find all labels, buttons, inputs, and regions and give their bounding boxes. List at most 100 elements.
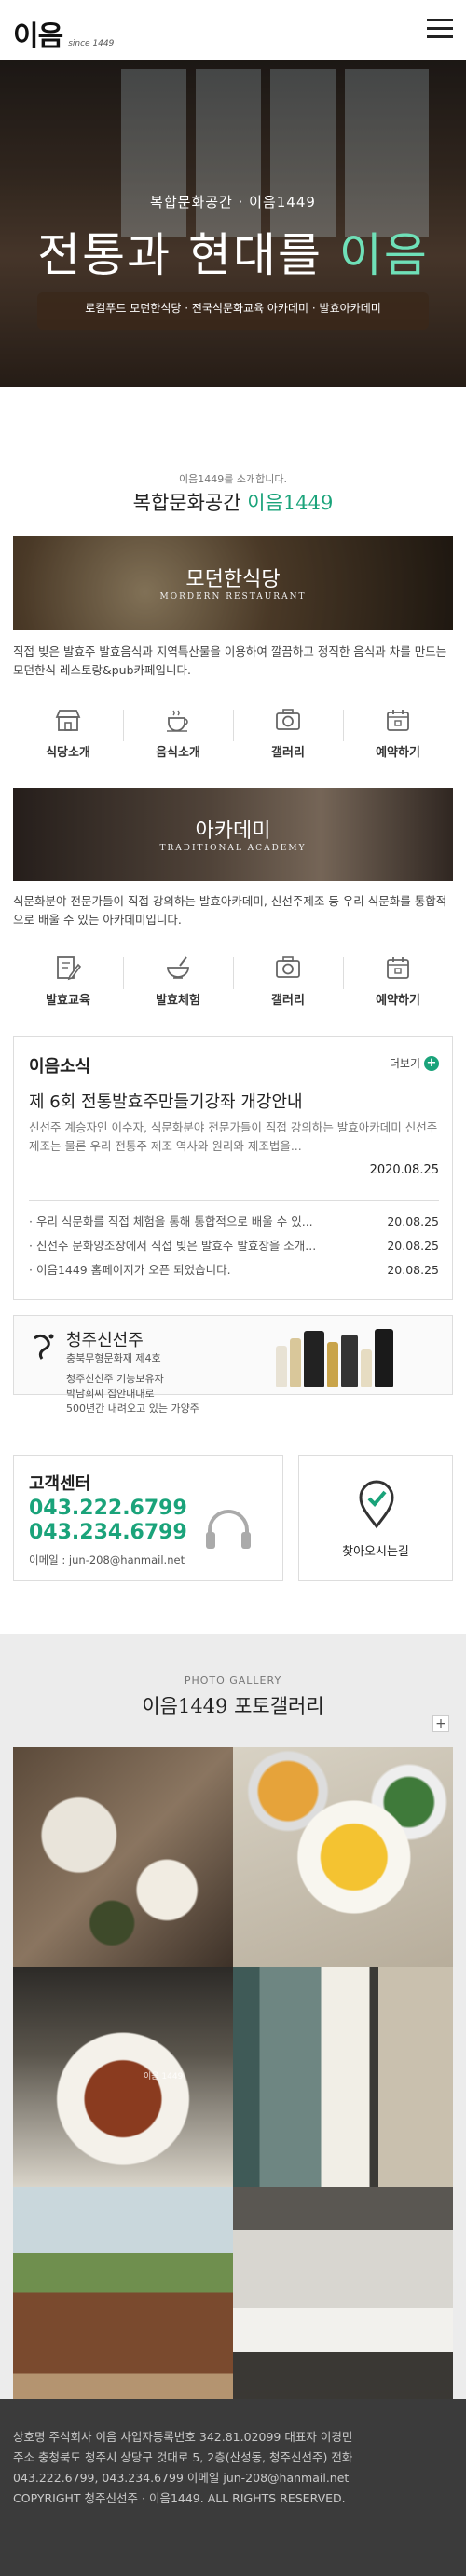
intro-caption: 이음1449를 소개합니다. xyxy=(179,473,287,485)
product-banner[interactable]: 청주신선주 충북무형문화재 제4호 청주신선주 기능보유자 박남희씨 집안대대로… xyxy=(13,1315,453,1415)
gallery-caption: PHOTO GALLERY xyxy=(184,1674,282,1687)
news-item-date: 20.08.25 xyxy=(387,1239,439,1253)
product-line: 청주신선주 기능보유자 xyxy=(66,1373,164,1385)
icon-label: 식당소개 xyxy=(46,746,90,760)
news-item-text: · 우리 식문화를 직접 체험을 통해 통합적으로 배울 수 있... xyxy=(29,1214,313,1228)
academy-gallery-link[interactable]: 갤러리 xyxy=(233,944,343,1023)
news-list: · 우리 식문화를 직접 체험을 통해 통합적으로 배울 수 있... 20.0… xyxy=(29,1210,439,1282)
intro-title: 복합문화공간 이음1449 xyxy=(0,488,466,516)
site-header: 이음 since 1449 xyxy=(0,0,466,60)
academy-banner[interactable]: 아카데미 TRADITIONAL ACADEMY xyxy=(13,788,453,881)
icon-label: 예약하기 xyxy=(376,994,420,1008)
news-item-date: 20.08.25 xyxy=(387,1263,439,1277)
gallery-photo[interactable]: 이음 1449 xyxy=(13,1967,233,2187)
gallery-photo[interactable] xyxy=(233,2187,453,2407)
icon-label: 예약하기 xyxy=(376,746,420,760)
hero-title-main: 전통과 현대를 xyxy=(37,228,339,282)
fermentation-experience-link[interactable]: 발효체험 xyxy=(123,944,233,1023)
intro-title-main: 복합문화공간 xyxy=(132,492,248,514)
news-item-date: 20.08.25 xyxy=(387,1214,439,1228)
list-item[interactable]: · 우리 식문화를 직접 체험을 통해 통합적으로 배울 수 있... 20.0… xyxy=(29,1210,439,1234)
hero-description: 로컬푸드 모던한식당 · 전국식문화교육 아카데미 · 발효아카데미 xyxy=(85,302,381,315)
site-footer: 상호명 주식회사 이음 사업자등록번호 342.81.02099 대표자 이경민… xyxy=(0,2399,466,2576)
product-description: 충북무형문화재 제4호 청주신선주 기능보유자 박남희씨 집안대대로 500년간… xyxy=(66,1351,199,1417)
restaurant-menu: 식당소개 음식소개 갤러리 예약하기 xyxy=(13,697,453,775)
academy-subtitle: TRADITIONAL ACADEMY xyxy=(159,844,307,853)
restaurant-description: 직접 빚은 발효주 발효음식과 지역특산물을 이용하여 깔끔하고 정직한 음식과… xyxy=(13,644,447,677)
fermentation-education-link[interactable]: 발효교육 xyxy=(13,944,123,1023)
news-featured-body: 신선주 계승자인 이수자, 식문화분야 전문가들이 직접 강의하는 발효아카데미… xyxy=(29,1120,438,1153)
camera-icon xyxy=(276,709,300,730)
logo-subtext: since 1449 xyxy=(68,39,115,48)
academy-menu: 발효교육 발효체험 갤러리 예약하기 xyxy=(13,944,453,1023)
restaurant-subtitle: MORDERN RESTAURANT xyxy=(159,592,307,602)
list-item[interactable]: · 이음1449 홈페이지가 오픈 되었습니다. 20.08.25 xyxy=(29,1258,439,1282)
restaurant-title: 모던한식당 xyxy=(185,568,281,591)
hero-banner: 복합문화공간 · 이음1449 전통과 현대를 이음 로컬푸드 모던한식당 · … xyxy=(0,60,466,387)
product-line: 박남희씨 집안대대로 xyxy=(66,1388,155,1400)
restaurant-reserve-link[interactable]: 예약하기 xyxy=(343,697,453,775)
email-text[interactable]: 이메일 : jun-208@hanmail.net xyxy=(29,1552,185,1567)
news-more-link[interactable]: 더보기 + xyxy=(390,1055,439,1071)
tea-cup-icon xyxy=(167,710,188,732)
restaurant-intro-link[interactable]: 식당소개 xyxy=(13,697,123,775)
footer-line: 043.222.6799, 043.234.6799 이메일 jun-208@h… xyxy=(13,2471,350,2485)
news-item-text: · 이음1449 홈페이지가 오픈 되었습니다. xyxy=(29,1263,231,1277)
phone-number[interactable]: 043.234.6799 xyxy=(29,1521,187,1544)
mortar-bowl-icon xyxy=(167,956,189,979)
hamburger-menu-icon[interactable] xyxy=(427,19,453,39)
news-featured-title[interactable]: 제 6회 전통발효주만들기강좌 개강안내 xyxy=(29,1089,303,1113)
news-heading: 이음소식 xyxy=(29,1057,91,1077)
news-more-label: 더보기 xyxy=(389,1057,420,1070)
calendar-icon xyxy=(387,957,409,979)
news-featured-date: 2020.08.25 xyxy=(369,1163,439,1177)
gallery-photo[interactable] xyxy=(13,1747,233,1967)
footer-line: 주소 충청북도 청주시 상당구 것대로 5, 2층(산성동, 청주신선주) 전화 xyxy=(13,2450,353,2464)
hero-title-accent: 이음 xyxy=(338,228,429,282)
gallery-more-button[interactable]: + xyxy=(432,1715,449,1732)
gallery-photo[interactable] xyxy=(13,2187,233,2407)
logo-text: 이음 xyxy=(13,20,63,53)
icon-label: 발효체험 xyxy=(156,994,200,1008)
photo-gallery: PHOTO GALLERY 이음1449 포토갤러리 + 이음 1449 xyxy=(0,1634,466,2407)
customer-center: 고객센터 043.222.6799 043.234.6799 이메일 : jun… xyxy=(13,1455,283,1581)
directions-label: 찾아오시는길 xyxy=(342,1545,409,1559)
gallery-photo[interactable] xyxy=(233,1747,453,1967)
site-logo[interactable]: 이음 since 1449 xyxy=(13,13,114,54)
footer-line: 상호명 주식회사 이음 사업자등록번호 342.81.02099 대표자 이경민 xyxy=(13,2430,353,2444)
product-line: 500년간 내려오고 있는 가양주 xyxy=(66,1403,199,1415)
news-item-text: · 신선주 문화양조장에서 직접 빚은 발효주 발효장을 소개... xyxy=(29,1239,317,1253)
list-item[interactable]: · 신선주 문화양조장에서 직접 빚은 발효주 발효장을 소개... 20.08… xyxy=(29,1234,439,1258)
headset-icon xyxy=(206,1510,251,1549)
hero-subtitle: 복합문화공간 · 이음1449 xyxy=(150,194,316,210)
pencil-note-icon xyxy=(57,956,82,981)
academy-title: 아카데미 xyxy=(195,820,271,843)
product-bottles-image xyxy=(276,1325,396,1387)
academy-reserve-link[interactable]: 예약하기 xyxy=(343,944,453,1023)
phone-number[interactable]: 043.222.6799 xyxy=(29,1497,187,1520)
plus-circle-icon: + xyxy=(424,1055,439,1071)
gallery-photo[interactable] xyxy=(233,1967,453,2187)
icon-label: 음식소개 xyxy=(156,746,200,760)
gallery-watermark: 이음 1449 xyxy=(144,2072,184,2081)
calendar-icon xyxy=(387,710,409,731)
icon-label: 발효교육 xyxy=(46,994,90,1008)
footer-info: 상호명 주식회사 이음 사업자등록번호 342.81.02099 대표자 이경민… xyxy=(13,2427,453,2509)
map-pin-icon xyxy=(359,1480,394,1529)
footer-copyright: COPYRIGHT 청주신선주 · 이음1449. ALL RIGHTS RES… xyxy=(13,2491,346,2505)
product-title: 청주신선주 xyxy=(66,1331,144,1350)
food-intro-link[interactable]: 음식소개 xyxy=(123,697,233,775)
icon-label: 갤러리 xyxy=(271,994,305,1008)
customer-center-title: 고객센터 xyxy=(29,1474,91,1494)
news-panel: 이음소식 더보기 + 제 6회 전통발효주만들기강좌 개강안내 신선주 계승자인… xyxy=(13,1036,453,1300)
icon-label: 갤러리 xyxy=(271,746,305,760)
directions-link[interactable]: 찾아오시는길 xyxy=(298,1455,453,1581)
academy-description: 식문화분야 전문가들이 직접 강의하는 발효아카데미, 신선주제조 등 우리 식… xyxy=(13,894,447,927)
news-divider xyxy=(29,1200,439,1201)
hero-title: 전통과 현대를 이음 xyxy=(0,218,466,285)
gallery-grid: 이음 1449 xyxy=(13,1747,453,2407)
restaurant-gallery-link[interactable]: 갤러리 xyxy=(233,697,343,775)
gallery-title: 이음1449 포토갤러리 xyxy=(142,1695,324,1717)
product-line: 충북무형문화재 제4호 xyxy=(66,1352,161,1364)
restaurant-banner[interactable]: 모던한식당 MORDERN RESTAURANT xyxy=(13,536,453,630)
